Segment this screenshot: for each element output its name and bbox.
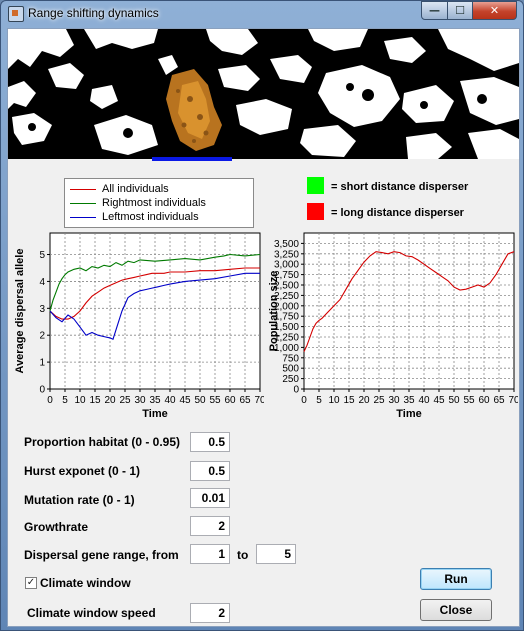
legend-swatch-rightmost [70,202,96,204]
climate-window-label: Climate window [40,576,131,590]
y-tick-label: 0 [39,385,45,396]
x-tick-label: 25 [373,395,385,406]
y-axis-title: Population size [268,271,280,352]
x-tick-label: 15 [343,395,355,406]
client-area: All individuals Rightmost individuals Le… [7,28,520,627]
legend-label-leftmost: Leftmost individuals [102,211,199,223]
x-tick-label: 35 [149,395,161,406]
y-tick-label: 500 [282,364,299,375]
climate-window-speed-input[interactable]: 2 [190,603,230,623]
y-tick-label: 5 [39,250,45,261]
hurst-exponent-label: Hurst exponet (0 - 1) [24,464,141,478]
y-tick-label: 1 [39,358,45,369]
proportion-habitat-input[interactable]: 0.5 [190,432,230,452]
x-tick-label: 55 [463,395,475,406]
x-tick-label: 45 [433,395,445,406]
app-window: Range shifting dynamics — ☐ ✕ All indivi… [0,0,524,631]
long-disperser-label: = long distance disperser [331,207,464,219]
x-tick-label: 65 [493,395,505,406]
x-tick-label: 40 [418,395,430,406]
dispersal-range-to-input[interactable]: 5 [256,544,296,564]
dispersal-range-to-label: to [237,548,249,562]
legend-item-all: All individuals [70,182,169,196]
dispersal-range-from-input[interactable]: 1 [190,544,230,564]
proportion-habitat-label: Proportion habitat (0 - 0.95) [24,435,181,449]
y-axis-title: Average dispersal allele [14,249,26,374]
landscape-image [8,29,519,159]
mutation-rate-label: Mutation rate (0 - 1) [24,493,135,507]
y-tick-label: 3 [39,304,45,315]
population-size-chart: 0 5 10 15 20 25 30 35 40 45 50 55 60 65 7002505007501,… [268,232,518,420]
climate-window-speed-label: Climate window speed [27,606,156,620]
legend-swatch-all [70,188,96,190]
y-tick-label: 3,500 [274,239,299,250]
x-tick-label: 60 [224,395,236,406]
title-bar[interactable]: Range shifting dynamics — ☐ ✕ [1,1,523,27]
x-tick-label: 65 [239,395,251,406]
x-tick-label: 25 [119,395,131,406]
x-tick-label: 0 [47,395,53,406]
growthrate-label: Growthrate [24,520,89,534]
landscape-map [8,29,519,159]
legend-item-leftmost: Leftmost individuals [70,210,199,224]
y-tick-label: 3,000 [274,260,299,271]
x-tick-label: 30 [388,395,400,406]
x-tick-label: 10 [74,395,86,406]
y-tick-label: 4 [39,277,45,288]
x-tick-label: 20 [104,395,116,406]
short-disperser-swatch [307,177,324,194]
x-tick-label: 50 [194,395,206,406]
x-tick-label: 45 [179,395,191,406]
climate-window-checkbox[interactable]: ✓ [25,577,37,589]
legend-label-all: All individuals [102,183,169,195]
legend-item-rightmost: Rightmost individuals [70,196,206,210]
climate-window-range-bar [152,157,232,161]
legend-swatch-leftmost [70,216,96,218]
x-tick-label: 70 [508,395,518,406]
x-tick-label: 30 [134,395,146,406]
dispersal-allele-chart: 0 5 10 15 20 25 30 35 40 45 50 55 60 65 70012345TimeAv… [14,232,264,420]
y-tick-label: 0 [293,385,299,396]
x-tick-label: 20 [358,395,370,406]
app-icon [8,6,24,22]
y-tick-label: 750 [282,353,299,364]
x-tick-label: 60 [478,395,490,406]
x-tick-label: 55 [209,395,221,406]
short-disperser-label: = short distance disperser [331,181,469,193]
x-tick-label: 50 [448,395,460,406]
maximize-button[interactable]: ☐ [447,1,473,20]
growthrate-input[interactable]: 2 [190,516,230,536]
x-tick-label: 5 [62,395,68,406]
y-tick-label: 3,250 [274,249,299,260]
legend-label-rightmost: Rightmost individuals [102,197,206,209]
series-legend: All individuals Rightmost individuals Le… [64,178,254,228]
run-button[interactable]: Run [420,568,492,590]
x-tick-label: 35 [403,395,415,406]
hurst-exponent-input[interactable]: 0.5 [190,461,230,481]
x-tick-label: 0 [301,395,307,406]
x-tick-label: 5 [316,395,322,406]
minimize-button[interactable]: — [421,1,448,20]
x-tick-label: 70 [254,395,264,406]
y-tick-label: 2 [39,331,45,342]
x-tick-label: 40 [164,395,176,406]
y-tick-label: 250 [282,374,299,385]
close-button[interactable]: Close [420,599,492,621]
long-disperser-swatch [307,203,324,220]
dispersal-range-label: Dispersal gene range, from [24,548,179,562]
x-axis-title: Time [396,408,421,420]
mutation-rate-input[interactable]: 0.01 [190,488,230,508]
window-title: Range shifting dynamics [28,6,159,20]
x-tick-label: 10 [328,395,340,406]
x-axis-title: Time [142,408,167,420]
x-tick-label: 15 [89,395,101,406]
window-close-button[interactable]: ✕ [472,1,517,20]
